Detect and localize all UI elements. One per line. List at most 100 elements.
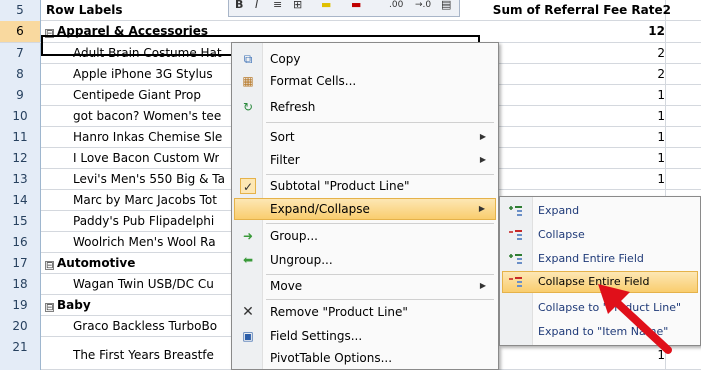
mini-toolbar: B I ≡ ⊞ ▬ ▬ .00 →.0 ▤ [228,0,460,17]
value-field-header[interactable]: Sum of Referral Fee Rate2 [493,0,671,21]
font-color-icon[interactable]: ▬ [351,0,361,11]
row-number[interactable]: 13 [0,169,41,190]
row-number[interactable]: 9 [0,85,41,106]
submenu-item-expand[interactable]: Expand [502,200,698,222]
menu-item-expand-collapse[interactable]: Expand/Collapse ▶ [234,198,496,220]
row-number[interactable]: 6 [0,21,41,42]
menu-item-pivottable-options[interactable]: PivotTable Options... [234,347,496,369]
expand-icon [509,206,522,216]
row-number[interactable]: 7 [0,43,41,64]
format-cells-icon: ▦ [242,74,254,88]
menu-item-label: Expand Entire Field [538,252,644,265]
collapse-icon [509,230,522,240]
menu-item-group[interactable]: ➜ Group... [234,225,496,247]
increase-decimal-button[interactable]: .00 [389,0,403,10]
value-cell[interactable]: 2 [657,43,665,64]
menu-item-label: Format Cells... [270,74,357,88]
row-number[interactable]: 10 [0,106,41,127]
value-cell[interactable]: 12 [648,21,665,42]
value-cell[interactable]: 1 [657,106,665,127]
collapse-toggle-icon[interactable]: ⊟ [45,303,54,313]
value-cell[interactable]: 1 [657,85,665,106]
annotation-arrow-icon [598,284,672,354]
group-label[interactable]: ⊟ Baby [45,295,91,316]
item-label[interactable]: Paddy's Pub Flipadelphi [73,211,214,232]
item-label[interactable]: Marc by Marc Jacobs Tot [73,190,217,211]
menu-item-label: Refresh [270,100,316,114]
row-number[interactable]: 14 [0,190,41,211]
group-label-text: Baby [57,298,91,312]
value-cell[interactable]: 1 [657,127,665,148]
fill-color-icon[interactable]: ▬ [321,0,331,11]
submenu-item-expand-entire-field[interactable]: Expand Entire Field [502,248,698,270]
row-number[interactable]: 15 [0,211,41,232]
group-label[interactable]: ⊟ Automotive [45,253,135,274]
submenu-item-collapse[interactable]: Collapse [502,224,698,246]
bold-button[interactable]: B [235,0,243,11]
item-label[interactable]: Wagan Twin USB/DC Cu [73,274,214,295]
row-number[interactable]: 20 [0,316,41,337]
group-label-text: Automotive [57,256,136,270]
menu-item-label: Sort [270,130,295,144]
menu-item-refresh[interactable]: ↻ Refresh [234,96,496,118]
row-number[interactable]: 19 [0,295,41,316]
decrease-decimal-button[interactable]: →.0 [415,0,431,10]
menu-item-label: Move [270,279,303,293]
row-labels-header[interactable]: Row Labels [46,0,122,21]
menu-item-format-cells[interactable]: ▦ Format Cells... [234,70,496,92]
refresh-icon: ↻ [242,100,254,114]
menu-item-sort[interactable]: Sort ▶ [234,126,496,148]
menu-item-label: Expand [538,204,580,217]
item-label[interactable]: got bacon? Women's tee [73,106,221,127]
menu-separator [266,223,494,224]
copy-icon: ⧉ [243,52,253,66]
menu-separator [266,299,494,300]
expand-entire-field-icon [509,254,522,264]
menu-separator [266,122,494,123]
item-label[interactable]: I Love Bacon Custom Wr [73,148,219,169]
row-number[interactable]: 21 [0,337,41,370]
row-number[interactable]: 12 [0,148,41,169]
menu-item-label: Filter [270,153,300,167]
checkmark-icon: ✓ [240,178,256,194]
item-label[interactable]: Hanro Inkas Chemise Sle [73,127,222,148]
menu-item-filter[interactable]: Filter ▶ [234,149,496,171]
item-label[interactable]: Apple iPhone 3G Stylus [73,64,213,85]
item-label[interactable]: Graco Backless TurboBo [73,316,217,337]
menu-item-label: Copy [270,52,301,66]
menu-item-label: Ungroup... [270,253,333,267]
align-icon[interactable]: ≡ [273,0,282,11]
collapse-toggle-icon[interactable]: ⊟ [45,261,54,271]
group-arrow-icon: ➜ [242,229,254,243]
item-label[interactable]: Levi's Men's 550 Big & Ta [73,169,225,190]
row-number[interactable]: 17 [0,253,41,274]
value-cell[interactable]: 1 [657,148,665,169]
row-number[interactable]: 16 [0,232,41,253]
menu-item-copy[interactable]: ⧉ Copy [234,48,496,70]
menu-item-move[interactable]: Move ▶ [234,275,496,297]
value-cell[interactable]: 2 [657,64,665,85]
row-number[interactable]: 18 [0,274,41,295]
submenu-arrow-icon: ▶ [479,281,486,290]
menu-item-ungroup[interactable]: ⬅ Ungroup... [234,249,496,271]
menu-item-field-settings[interactable]: ▣ Field Settings... [234,325,496,347]
ungroup-arrow-icon: ⬅ [242,253,254,267]
menu-item-subtotal[interactable]: ✓ Subtotal "Product Line" [234,175,496,197]
submenu-arrow-icon: ▶ [478,204,485,213]
item-label[interactable]: Woolrich Men's Wool Ra [73,232,216,253]
item-label[interactable]: The First Years Breastfe [73,345,214,366]
italic-button[interactable]: I [255,0,258,11]
field-settings-icon: ▣ [242,329,254,343]
menu-item-label: PivotTable Options... [270,351,393,365]
item-label[interactable]: Centipede Giant Prop [73,85,201,106]
row-number[interactable]: 5 [0,0,41,21]
format-painter-icon[interactable]: ▤ [441,0,451,11]
menu-item-label: Expand/Collapse [270,202,370,216]
row-number[interactable]: 11 [0,127,41,148]
remove-x-icon: ✕ [242,304,254,320]
value-cell[interactable]: 1 [657,169,665,190]
row-number[interactable]: 8 [0,64,41,85]
menu-item-remove[interactable]: ✕ Remove "Product Line" [234,301,496,323]
menu-item-label: Remove "Product Line" [270,305,408,319]
border-icon[interactable]: ⊞ [293,0,302,11]
